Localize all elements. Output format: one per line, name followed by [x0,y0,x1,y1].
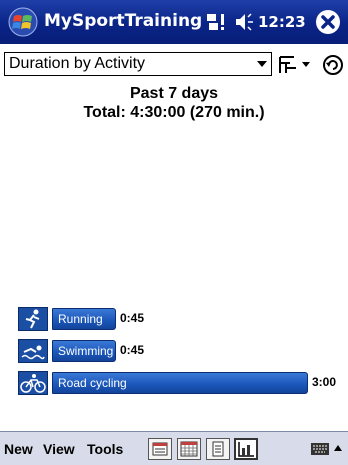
chevron-up-icon[interactable] [332,439,344,459]
chevron-down-icon[interactable] [253,53,271,75]
menu-view[interactable]: View [43,441,75,457]
bar-value-label: 0:45 [120,311,145,325]
report-select[interactable]: Duration by Activity [4,52,272,76]
cycling-icon [18,371,48,395]
app-title: MySportTraining [44,11,203,31]
command-bar: New View Tools [0,431,348,465]
clock[interactable]: 12:23 [258,13,306,31]
toolbar: Duration by Activity [0,48,348,80]
system-tray: 12:23 [206,8,306,36]
notes-icon[interactable] [206,438,230,460]
view-toggle-icon[interactable] [276,54,316,76]
calendar-icon[interactable] [177,438,201,460]
chart-bar[interactable]: Running [52,308,116,330]
close-icon[interactable] [314,8,342,36]
report-select-value: Duration by Activity [9,55,146,72]
swimming-icon [18,339,48,363]
connectivity-icon[interactable] [206,11,228,33]
speaker-icon[interactable] [234,11,254,33]
chart-icon[interactable] [234,438,258,460]
chart-row[interactable]: Road cycling 3:00 [0,370,348,396]
menu-tools[interactable]: Tools [87,441,123,457]
total-label: Total: 4:30:00 (270 min.) [83,104,265,121]
period-label: Past 7 days [129,85,219,102]
list-view-icon[interactable] [148,438,172,460]
title-bar: MySportTraining 12:23 [0,0,348,44]
chart-row[interactable]: Swimming 0:45 [0,338,348,364]
refresh-icon[interactable] [322,54,344,76]
running-icon [18,307,48,331]
bar-value-label: 3:00 [312,375,337,389]
bar-value-label: 0:45 [120,343,145,357]
menu-new[interactable]: New [4,441,33,457]
chart-bar[interactable]: Swimming [52,340,116,362]
keyboard-icon[interactable] [310,441,330,457]
windows-flag-icon[interactable] [8,7,38,37]
chart-bar[interactable]: Road cycling [52,372,308,394]
chart-row[interactable]: Running 0:45 [0,306,348,332]
